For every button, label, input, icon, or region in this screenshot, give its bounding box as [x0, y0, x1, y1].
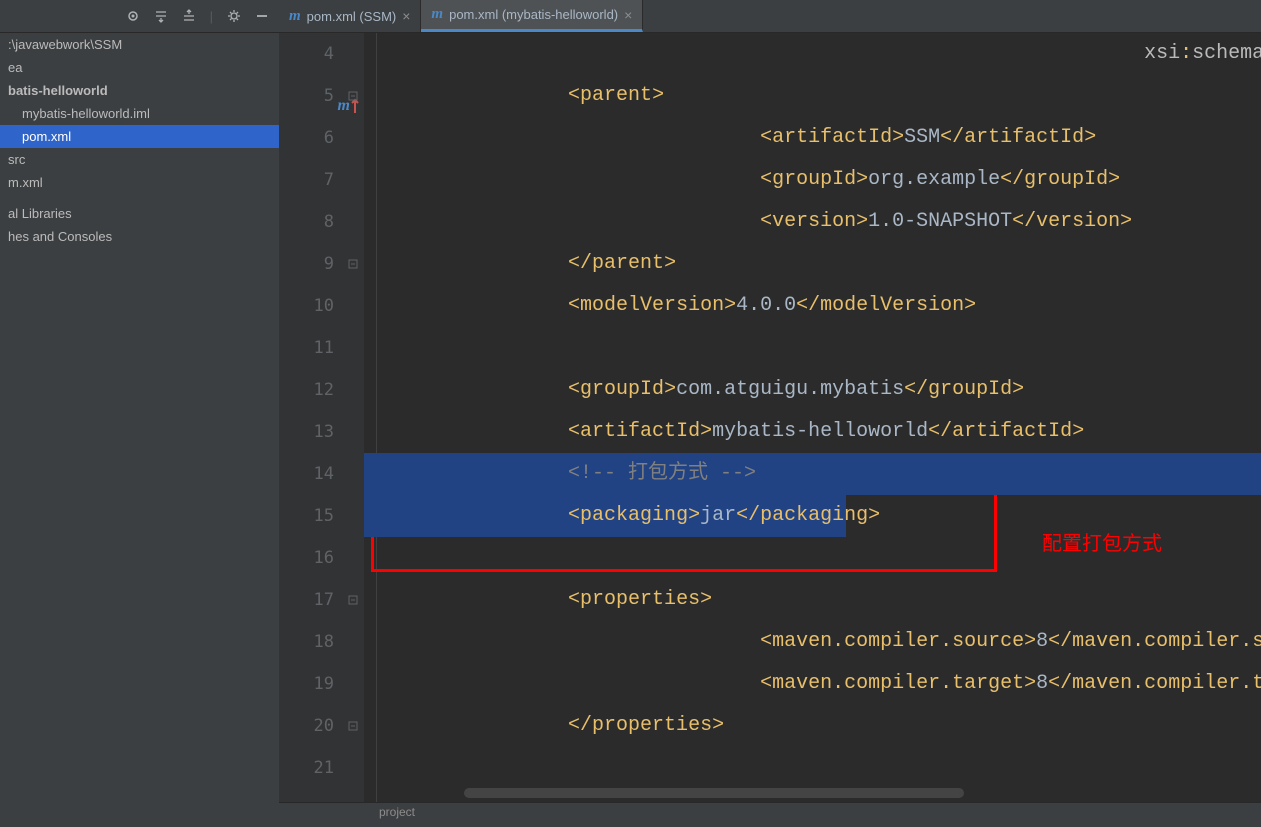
ide-window: | m pom.xml (SSM) × m pom.xml (mybatis-h…	[0, 0, 1261, 827]
tree-item[interactable]	[0, 194, 279, 202]
code-line[interactable]	[364, 747, 1261, 789]
breadcrumb-item[interactable]: project	[379, 805, 415, 819]
tree-item[interactable]: m.xml	[0, 171, 279, 194]
editor-tabs: m pom.xml (SSM) × m pom.xml (mybatis-hel…	[279, 0, 643, 32]
code-line[interactable]: <modelVersion>4.0.0</modelVersion>	[364, 285, 1261, 327]
line-number[interactable]: 17	[279, 579, 364, 621]
tree-path: :\javawebwork\SSM	[0, 33, 279, 56]
project-toolbar: |	[0, 0, 279, 32]
code-line[interactable]	[364, 327, 1261, 369]
line-number[interactable]: 11	[279, 327, 364, 369]
line-number[interactable]: 20	[279, 705, 364, 747]
code-line[interactable]: <artifactId>mybatis-helloworld</artifact…	[364, 411, 1261, 453]
hide-icon[interactable]	[255, 9, 269, 23]
maven-icon: m	[431, 6, 443, 23]
expand-all-icon[interactable]	[154, 9, 168, 23]
code-area[interactable]: 配置打包方式 xsi:schemaLocation="http://maven.…	[364, 33, 1261, 802]
horizontal-scrollbar[interactable]	[464, 788, 964, 798]
code-line[interactable]: <version>1.0-SNAPSHOT</version>	[364, 201, 1261, 243]
code-line[interactable]: <properties>	[364, 579, 1261, 621]
breadcrumb[interactable]: project	[279, 802, 1261, 827]
code-line[interactable]: <packaging>jar</packaging>	[364, 495, 1261, 537]
fold-icon[interactable]	[348, 579, 358, 621]
ide-body: :\javawebwork\SSM eabatis-helloworldmyba…	[0, 33, 1261, 827]
tab-label: pom.xml (mybatis-helloworld)	[449, 7, 618, 22]
tree-item[interactable]: hes and Consoles	[0, 225, 279, 248]
top-bar: | m pom.xml (SSM) × m pom.xml (mybatis-h…	[0, 0, 1261, 33]
code-line[interactable]	[364, 537, 1261, 579]
select-opened-file-icon[interactable]	[126, 9, 140, 23]
code-line[interactable]: <groupId>org.example</groupId>	[364, 159, 1261, 201]
line-number[interactable]: 4	[279, 33, 364, 75]
collapse-all-icon[interactable]	[182, 9, 196, 23]
close-icon[interactable]: ×	[402, 8, 410, 24]
tab-pom-ssm[interactable]: m pom.xml (SSM) ×	[279, 0, 421, 32]
line-number[interactable]: 16	[279, 537, 364, 579]
divider: |	[210, 9, 213, 24]
tree-item[interactable]: mybatis-helloworld.iml	[0, 102, 279, 125]
line-number[interactable]: 14	[279, 453, 364, 495]
line-number[interactable]: 12	[279, 369, 364, 411]
gear-icon[interactable]	[227, 9, 241, 23]
close-icon[interactable]: ×	[624, 7, 632, 23]
line-number[interactable]: 6	[279, 117, 364, 159]
code-line[interactable]: </properties>	[364, 705, 1261, 747]
line-number[interactable]: 15	[279, 495, 364, 537]
line-number[interactable]: 18	[279, 621, 364, 663]
tree-item[interactable]: ea	[0, 56, 279, 79]
tree-item[interactable]: al Libraries	[0, 202, 279, 225]
tab-pom-helloworld[interactable]: m pom.xml (mybatis-helloworld) ×	[421, 0, 643, 32]
code-line[interactable]: xsi:schemaLocation="http://maven.apache.…	[364, 33, 1261, 75]
fold-icon[interactable]	[348, 243, 358, 285]
tree-item[interactable]: pom.xml	[0, 125, 279, 148]
line-number[interactable]: 8	[279, 201, 364, 243]
tab-label: pom.xml (SSM)	[307, 9, 397, 24]
maven-icon: m	[289, 8, 301, 25]
code-line[interactable]: <maven.compiler.target>8</maven.compiler…	[364, 663, 1261, 705]
line-number[interactable]: 7	[279, 159, 364, 201]
fold-icon[interactable]	[348, 705, 358, 747]
line-number[interactable]: 9	[279, 243, 364, 285]
code-line[interactable]: </parent>	[364, 243, 1261, 285]
gutter[interactable]: 45m6789101112131415161718192021	[279, 33, 364, 802]
line-number[interactable]: 19	[279, 663, 364, 705]
code-line[interactable]: <parent>	[364, 75, 1261, 117]
editor-pane: 45m6789101112131415161718192021 配置打包方式 x…	[279, 33, 1261, 827]
line-number[interactable]: 10	[279, 285, 364, 327]
code-line[interactable]: <artifactId>SSM</artifactId>	[364, 117, 1261, 159]
code-line[interactable]: <!-- 打包方式 -->	[364, 453, 1261, 495]
line-number[interactable]: 5m	[279, 75, 364, 117]
tree-item[interactable]: src	[0, 148, 279, 171]
code-line[interactable]: <maven.compiler.source>8</maven.compiler…	[364, 621, 1261, 663]
tree-item[interactable]: batis-helloworld	[0, 79, 279, 102]
code-wrap: 45m6789101112131415161718192021 配置打包方式 x…	[279, 33, 1261, 802]
fold-icon[interactable]	[348, 75, 358, 117]
line-number[interactable]: 21	[279, 747, 364, 789]
project-tree[interactable]: :\javawebwork\SSM eabatis-helloworldmyba…	[0, 33, 279, 827]
line-number[interactable]: 13	[279, 411, 364, 453]
code-line[interactable]: <groupId>com.atguigu.mybatis</groupId>	[364, 369, 1261, 411]
